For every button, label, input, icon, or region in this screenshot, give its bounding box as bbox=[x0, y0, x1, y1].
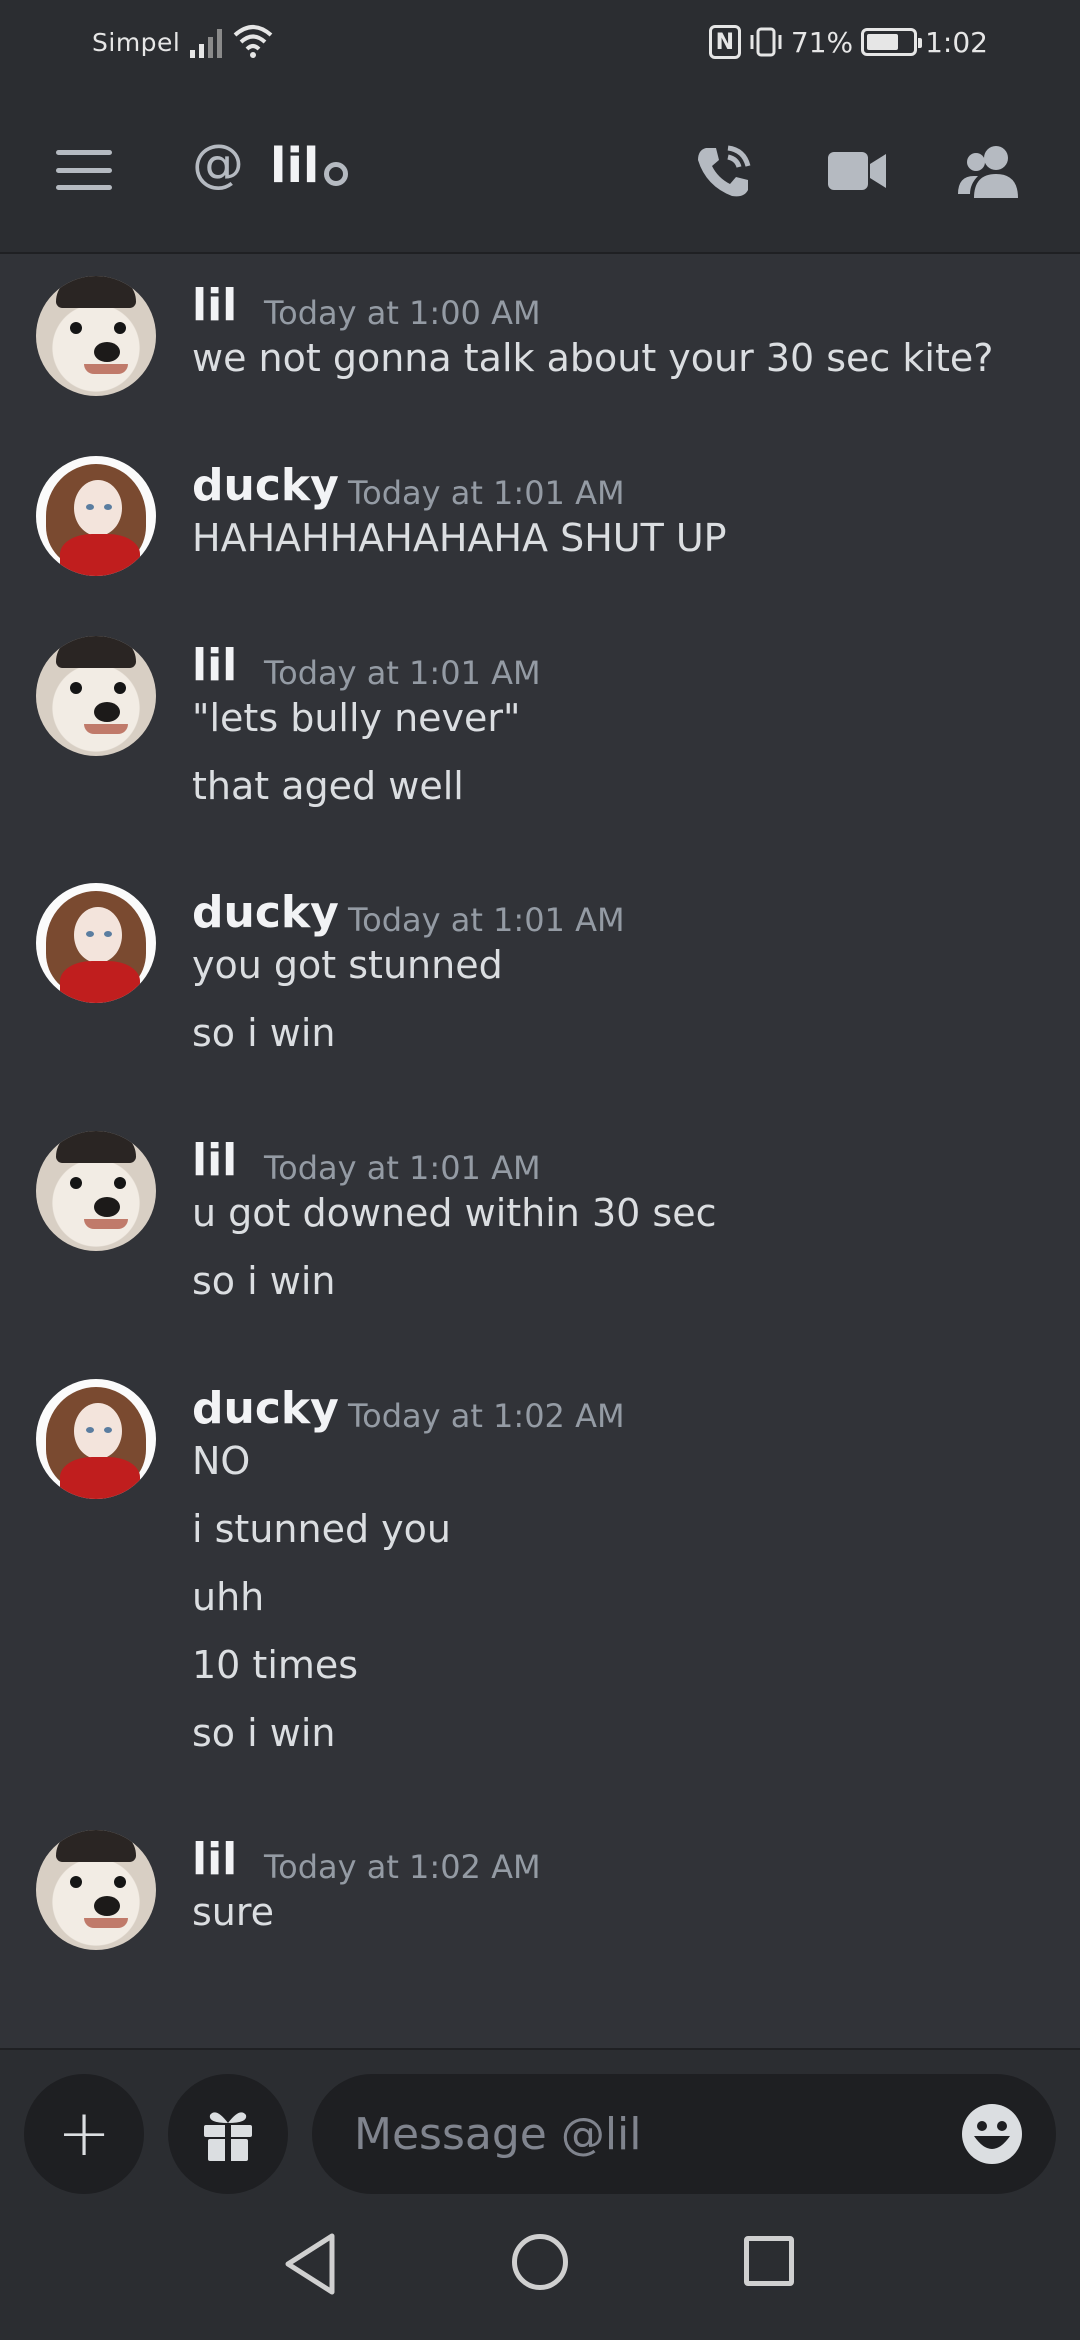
gift-button[interactable] bbox=[168, 2074, 288, 2194]
battery-percent: 71% bbox=[790, 25, 854, 59]
message-author[interactable]: ducky bbox=[192, 1383, 339, 1434]
anime-girl-avatar[interactable] bbox=[36, 456, 156, 576]
message-text: sure bbox=[192, 1890, 275, 1934]
video-call-icon[interactable] bbox=[826, 142, 888, 200]
battery-icon bbox=[861, 28, 923, 56]
clock: 1:02 bbox=[925, 25, 988, 59]
plus-icon: + bbox=[57, 2097, 111, 2171]
message-text: i stunned you bbox=[192, 1507, 451, 1551]
message-timestamp: Today at 1:01 AM bbox=[264, 654, 541, 692]
message-timestamp: Today at 1:01 AM bbox=[264, 1149, 541, 1187]
message-composer: + bbox=[0, 2048, 1080, 2196]
emoji-icon[interactable] bbox=[960, 2102, 1024, 2166]
message-text: we not gonna talk about your 30 sec kite… bbox=[192, 336, 994, 380]
members-icon[interactable] bbox=[958, 142, 1020, 200]
dog-avatar[interactable] bbox=[36, 1830, 156, 1950]
message-author[interactable]: ducky bbox=[192, 460, 339, 511]
message-text: so i win bbox=[192, 1259, 336, 1303]
dog-avatar[interactable] bbox=[36, 276, 156, 396]
wifi-icon bbox=[233, 25, 273, 58]
anime-girl-avatar[interactable] bbox=[36, 883, 156, 1003]
message-text: so i win bbox=[192, 1711, 336, 1755]
dog-avatar[interactable] bbox=[36, 636, 156, 756]
carrier-label: Simpel bbox=[92, 28, 181, 57]
cellular-signal-icon bbox=[190, 29, 222, 58]
message-author[interactable]: lil bbox=[192, 1834, 237, 1885]
top-bar: Simpel N 71% 1:02 @ lil bbox=[0, 0, 1080, 254]
message-author[interactable]: lil bbox=[192, 640, 237, 691]
message-author[interactable]: lil bbox=[192, 280, 237, 331]
menu-icon[interactable] bbox=[56, 150, 112, 190]
gift-icon bbox=[204, 2112, 252, 2161]
offline-status-icon bbox=[324, 162, 348, 186]
voice-call-icon[interactable] bbox=[692, 142, 754, 200]
home-icon[interactable] bbox=[512, 2234, 568, 2290]
message-text: you got stunned bbox=[192, 943, 503, 987]
nfc-icon: N bbox=[708, 25, 741, 59]
channel-header: @ lil bbox=[0, 120, 1080, 230]
at-icon: @ bbox=[192, 134, 244, 194]
anime-girl-avatar[interactable] bbox=[36, 1379, 156, 1499]
message-text: so i win bbox=[192, 1011, 336, 1055]
channel-title[interactable]: lil bbox=[270, 138, 319, 194]
message-timestamp: Today at 1:01 AM bbox=[348, 901, 625, 939]
message-text: 10 times bbox=[192, 1643, 359, 1687]
message-timestamp: Today at 1:02 AM bbox=[264, 1848, 541, 1886]
message-timestamp: Today at 1:01 AM bbox=[348, 474, 625, 512]
vibrate-icon bbox=[750, 27, 782, 57]
system-nav-bar bbox=[0, 2196, 1080, 2340]
message-text: "lets bully never" bbox=[192, 696, 521, 740]
message-input[interactable] bbox=[312, 2074, 1056, 2194]
dog-avatar[interactable] bbox=[36, 1131, 156, 1251]
message-text: HAHAHHAHAHAHA SHUT UP bbox=[192, 516, 727, 560]
message-text: uhh bbox=[192, 1575, 265, 1619]
back-icon[interactable] bbox=[280, 2232, 340, 2296]
message-author[interactable]: ducky bbox=[192, 887, 339, 938]
message-text: NO bbox=[192, 1439, 251, 1483]
status-bar: Simpel N 71% 1:02 bbox=[0, 0, 1080, 88]
recent-apps-icon[interactable] bbox=[744, 2236, 794, 2286]
message-text: that aged well bbox=[192, 764, 464, 808]
message-author[interactable]: lil bbox=[192, 1135, 237, 1186]
status-right: N 71% 1:02 bbox=[708, 22, 988, 62]
message-timestamp: Today at 1:00 AM bbox=[264, 294, 541, 332]
message-timestamp: Today at 1:02 AM bbox=[348, 1397, 625, 1435]
message-text: u got downed within 30 sec bbox=[192, 1191, 717, 1235]
add-attachment-button[interactable]: + bbox=[24, 2074, 144, 2194]
